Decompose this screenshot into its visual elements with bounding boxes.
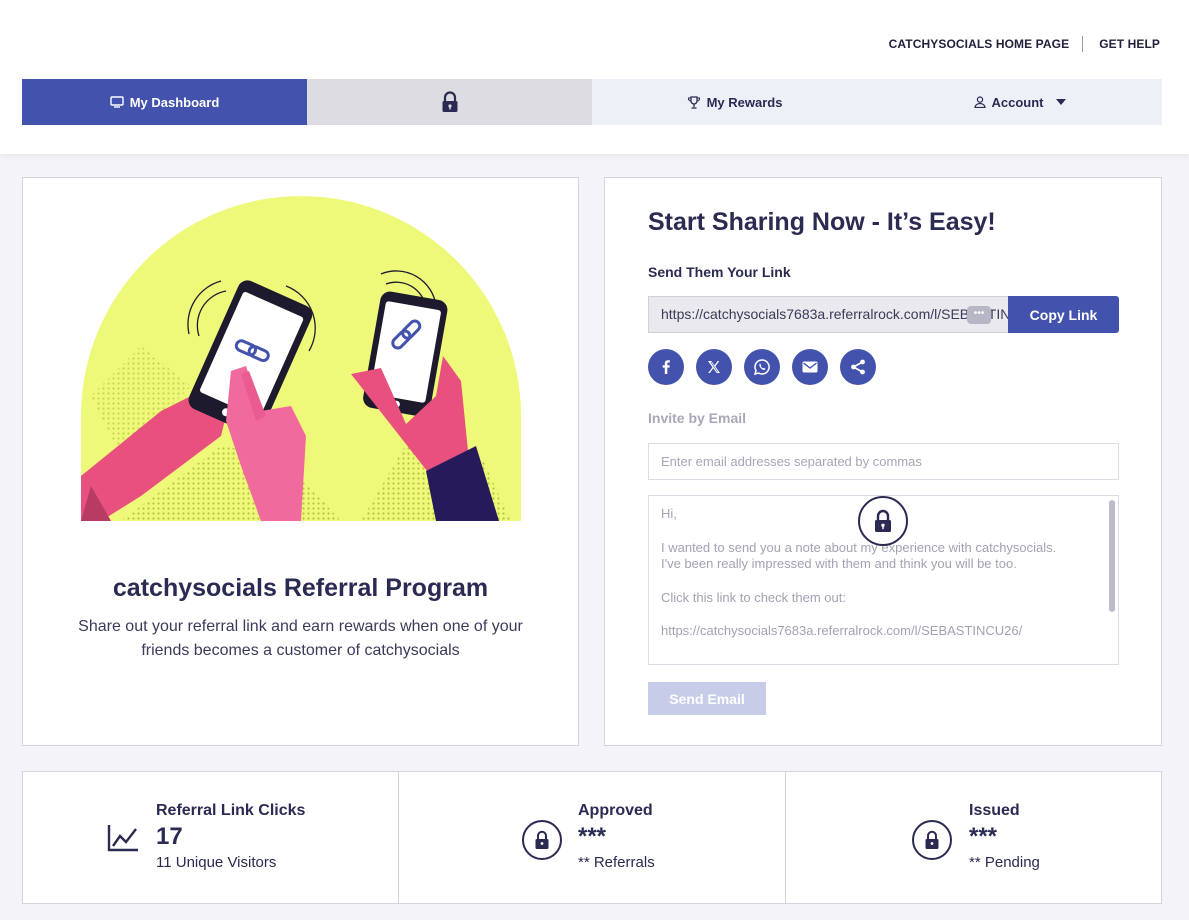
stat-approved: Approved *** ** Referrals [398,772,785,903]
whatsapp-icon[interactable] [744,349,780,385]
line-chart-icon [107,825,138,852]
stat-value: 17 [156,823,183,850]
tab-account[interactable]: Account [877,79,1162,125]
copy-link-button[interactable]: Copy Link [1008,296,1119,333]
tab-label: My Rewards [706,94,783,110]
user-icon [973,96,986,108]
message-body: I wanted to send you a note about my exp… [661,539,1057,572]
referral-illustration [81,196,521,521]
header-separator [1082,36,1084,52]
lock-icon [522,820,562,860]
social-share-buttons [648,349,876,385]
stat-referral-clicks: Referral Link Clicks 17 11 Unique Visito… [23,772,398,903]
tab-label: My Dashboard [129,94,220,110]
tab-my-dashboard[interactable]: My Dashboard [22,79,307,125]
referral-link-field[interactable]: https://catchysocials7683a.referralrock.… [648,296,1008,333]
trophy-icon [687,95,700,109]
chevron-down-icon [1055,99,1066,105]
stat-title: Referral Link Clicks [156,802,306,819]
send-email-button[interactable]: Send Email [648,682,766,715]
stats-bar: Referral Link Clicks 17 11 Unique Visito… [22,771,1162,904]
stat-title: Approved [578,802,653,819]
stat-issued: Issued *** ** Pending [785,772,1161,903]
stat-value: *** [969,823,998,850]
main-nav: My Dashboard My Rewards Account [22,79,1162,125]
more-icon: ••• [967,306,991,324]
program-card: catchysocials Referral Program Share out… [22,177,579,746]
stat-subtext: ** Referrals [578,854,655,871]
facebook-icon[interactable] [648,349,684,385]
email-icon[interactable] [792,349,828,385]
stat-subtext: ** Pending [969,854,1040,871]
message-link: https://catchysocials7683a.referralrock.… [661,623,1023,638]
x-icon[interactable] [696,349,732,385]
tab-my-rewards[interactable]: My Rewards [592,79,877,125]
stat-value: *** [578,823,607,850]
email-addresses-input[interactable] [648,443,1119,480]
tab-label: Account [991,94,1044,110]
message-cta: Click this link to check them out: [661,589,846,605]
stat-title: Issued [969,802,1020,819]
textarea-scrollbar[interactable] [1109,500,1115,612]
monitor-icon [110,96,124,108]
lock-icon [858,496,908,546]
tab-locked[interactable] [307,79,592,125]
lock-icon [912,820,952,860]
share-icon[interactable] [840,349,876,385]
program-description: Share out your referral link and earn re… [78,618,523,659]
top-header: CATCHYSOCIALS HOME PAGE GET HELP My Dash… [0,0,1189,154]
get-help-link[interactable]: GET HELP [1099,37,1160,51]
send-link-label: Send Them Your Link [648,264,791,280]
lock-icon [442,91,457,112]
header-links: CATCHYSOCIALS HOME PAGE GET HELP [889,36,1160,52]
stat-subtext: 11 Unique Visitors [156,854,277,871]
invite-by-email-label: Invite by Email [648,410,747,426]
share-card: Start Sharing Now - It’s Easy! Send Them… [604,177,1162,746]
program-title: catchysocials Referral Program [112,574,489,602]
home-page-link[interactable]: CATCHYSOCIALS HOME PAGE [889,37,1070,51]
share-title: Start Sharing Now - It’s Easy! [648,208,996,236]
